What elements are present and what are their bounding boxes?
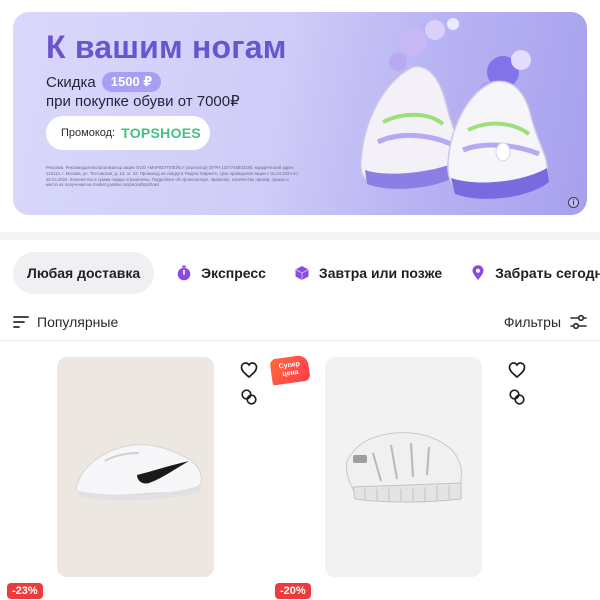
chip-label: Любая доставка [27,265,141,281]
divider [0,340,600,341]
sort-bar: Популярные Фильтры [13,310,587,334]
banner-title: К вашим ногам [46,29,287,65]
banner-discount-line: Скидка 1500 ₽ [46,72,162,92]
sandal-photo [346,432,462,503]
banner-condition: при покупке обуви от 7000₽ [46,93,240,110]
info-icon[interactable]: i [568,197,579,208]
product-image[interactable] [57,357,214,577]
chip-label: Экспресс [201,265,266,281]
banner-disclaimer: Реклама. Рекламодатель/организатор акции… [46,165,298,188]
discount-value-badge: 1500 ₽ [101,72,162,92]
chip-any-delivery[interactable]: Любая доставка [13,252,155,294]
product-image[interactable] [325,357,482,577]
chip-tomorrow-or-later[interactable]: Завтра или позже [294,252,442,294]
promo-code-label: Промокод: [61,127,116,139]
chip-label: Забрать сегодня [495,265,600,281]
section-separator [0,232,600,240]
sneaker-photo [75,444,202,501]
promo-code: TOPSHOES [121,125,202,141]
sneakers-illustration [360,18,549,199]
chip-pickup-today[interactable]: Забрать сегодня [470,252,600,294]
promo-banner[interactable]: К вашим ногам Скидка 1500 ₽ при покупке … [13,12,587,215]
discount-prefix: Скидка [46,73,96,91]
chip-label: Завтра или позже [318,265,443,281]
discount-badge: -20% [275,583,311,599]
sort-label: Популярные [37,314,119,330]
delivery-filter-chips: Любая доставка Экспресс Завтра или позже… [13,252,600,294]
promo-code-pill[interactable]: Промокод: TOPSHOES [46,116,210,150]
compare-icon[interactable] [508,388,526,406]
sort-button[interactable]: Популярные [13,314,118,330]
heart-icon[interactable] [508,361,526,379]
box-icon [294,265,310,281]
filters-button[interactable]: Фильтры [504,314,587,330]
discount-badge: -23% [7,583,43,599]
heart-icon[interactable] [240,361,258,379]
pin-icon [470,265,486,281]
filters-label: Фильтры [503,314,561,330]
compare-icon[interactable] [240,388,258,406]
sort-icon [13,316,29,328]
super-price-badge: Супер цена [269,354,311,386]
chip-express[interactable]: Экспресс [176,252,266,294]
stopwatch-icon [176,265,192,281]
sliders-icon [570,314,587,330]
